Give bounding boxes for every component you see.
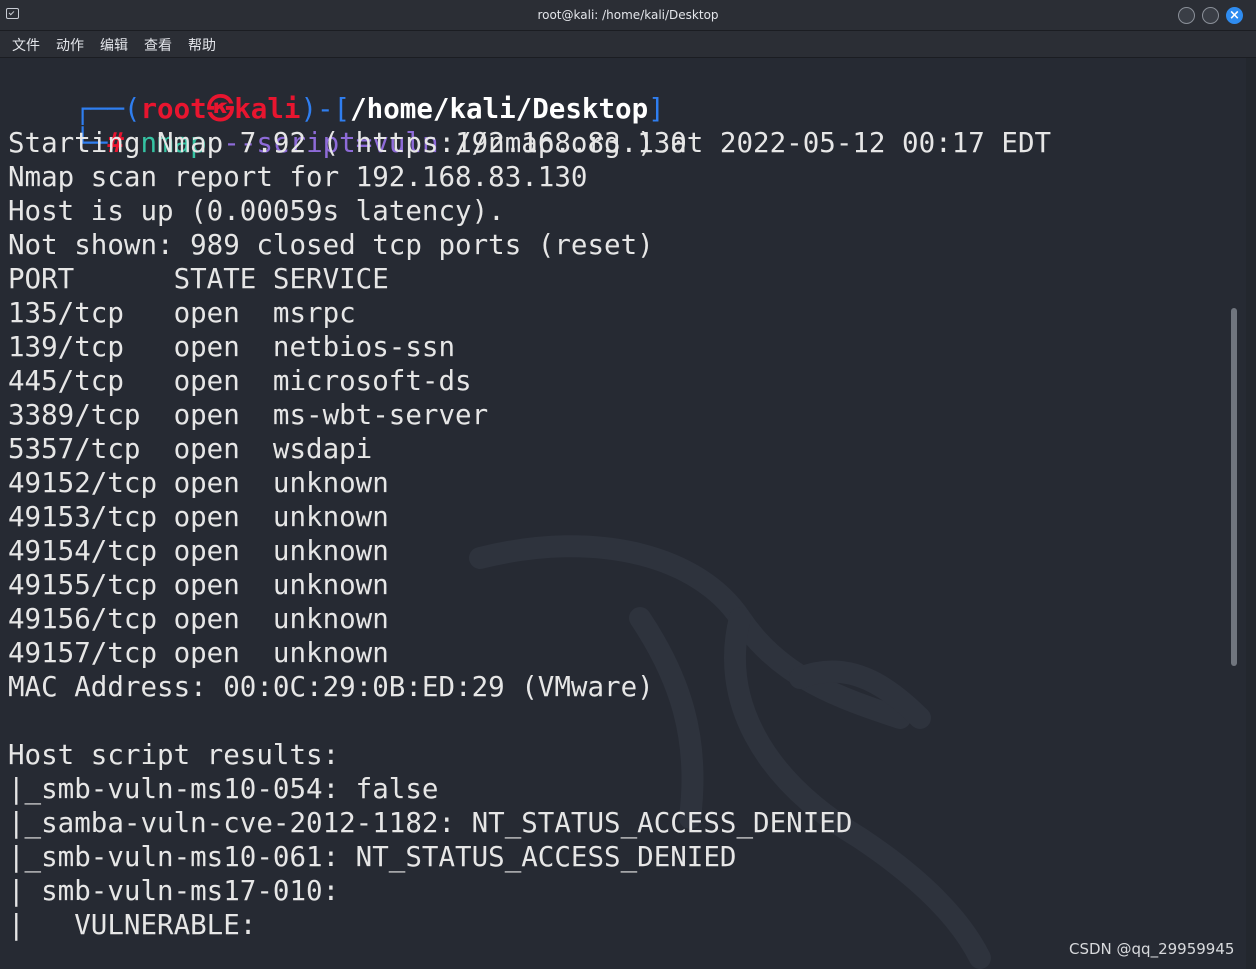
output-line: 49153/tcp open unknown: [8, 501, 389, 533]
output-line: 49154/tcp open unknown: [8, 535, 389, 567]
output-line: 49156/tcp open unknown: [8, 603, 389, 635]
menu-bar: 文件 动作 编辑 查看 帮助: [0, 31, 1256, 58]
output-line: |_smb-vuln-ms10-061: NT_STATUS_ACCESS_DE…: [8, 841, 737, 873]
csdn-watermark: CSDN @qq_29959945: [1069, 940, 1235, 958]
title-bar: root@kali: /home/kali/Desktop ×: [0, 0, 1256, 31]
output-line: Host is up (0.00059s latency).: [8, 195, 505, 227]
output-line: Starting Nmap 7.92 ( https://nmap.org ) …: [8, 127, 1052, 159]
output-line: 3389/tcp open ms-wbt-server: [8, 399, 489, 431]
prompt-line-2: └─# nmap --script=vuln 192.168.83.130: [74, 127, 687, 159]
menu-help[interactable]: 帮助: [188, 35, 216, 55]
output-line: Host script results:: [8, 739, 340, 771]
output-line: | VULNERABLE:: [8, 909, 257, 941]
output-line: |_samba-vuln-cve-2012-1182: NT_STATUS_AC…: [8, 807, 853, 839]
menu-view[interactable]: 查看: [144, 35, 172, 55]
menu-action[interactable]: 动作: [56, 35, 84, 55]
terminal-area[interactable]: ┌──(root㉿kali)-[/home/kali/Desktop] └─# …: [0, 58, 1246, 969]
scrollbar[interactable]: [1231, 308, 1237, 666]
output-line: 49155/tcp open unknown: [8, 569, 389, 601]
output-line: 5357/tcp open wsdapi: [8, 433, 373, 465]
menu-file[interactable]: 文件: [12, 35, 40, 55]
output-line: 445/tcp open microsoft-ds: [8, 365, 472, 397]
minimize-button[interactable]: [1178, 7, 1195, 24]
output-line: PORT STATE SERVICE: [8, 263, 389, 295]
output-line: Not shown: 989 closed tcp ports (reset): [8, 229, 654, 261]
output-line: |_smb-vuln-ms10-054: false: [8, 773, 439, 805]
close-button[interactable]: ×: [1226, 7, 1243, 24]
menu-edit[interactable]: 编辑: [100, 35, 128, 55]
output-line: Nmap scan report for 192.168.83.130: [8, 161, 588, 193]
output-line: 139/tcp open netbios-ssn: [8, 331, 456, 363]
window-title: root@kali: /home/kali/Desktop: [537, 8, 719, 22]
output-line: 49152/tcp open unknown: [8, 467, 389, 499]
prompt-line-1: ┌──(root㉿kali)-[/home/kali/Desktop]: [74, 93, 665, 125]
output-line: | smb-vuln-ms17-010:: [8, 875, 340, 907]
output-line: 135/tcp open msrpc: [8, 297, 356, 329]
output-line: 49157/tcp open unknown: [8, 637, 389, 669]
maximize-button[interactable]: [1202, 7, 1219, 24]
output-line: MAC Address: 00:0C:29:0B:ED:29 (VMware): [8, 671, 654, 703]
